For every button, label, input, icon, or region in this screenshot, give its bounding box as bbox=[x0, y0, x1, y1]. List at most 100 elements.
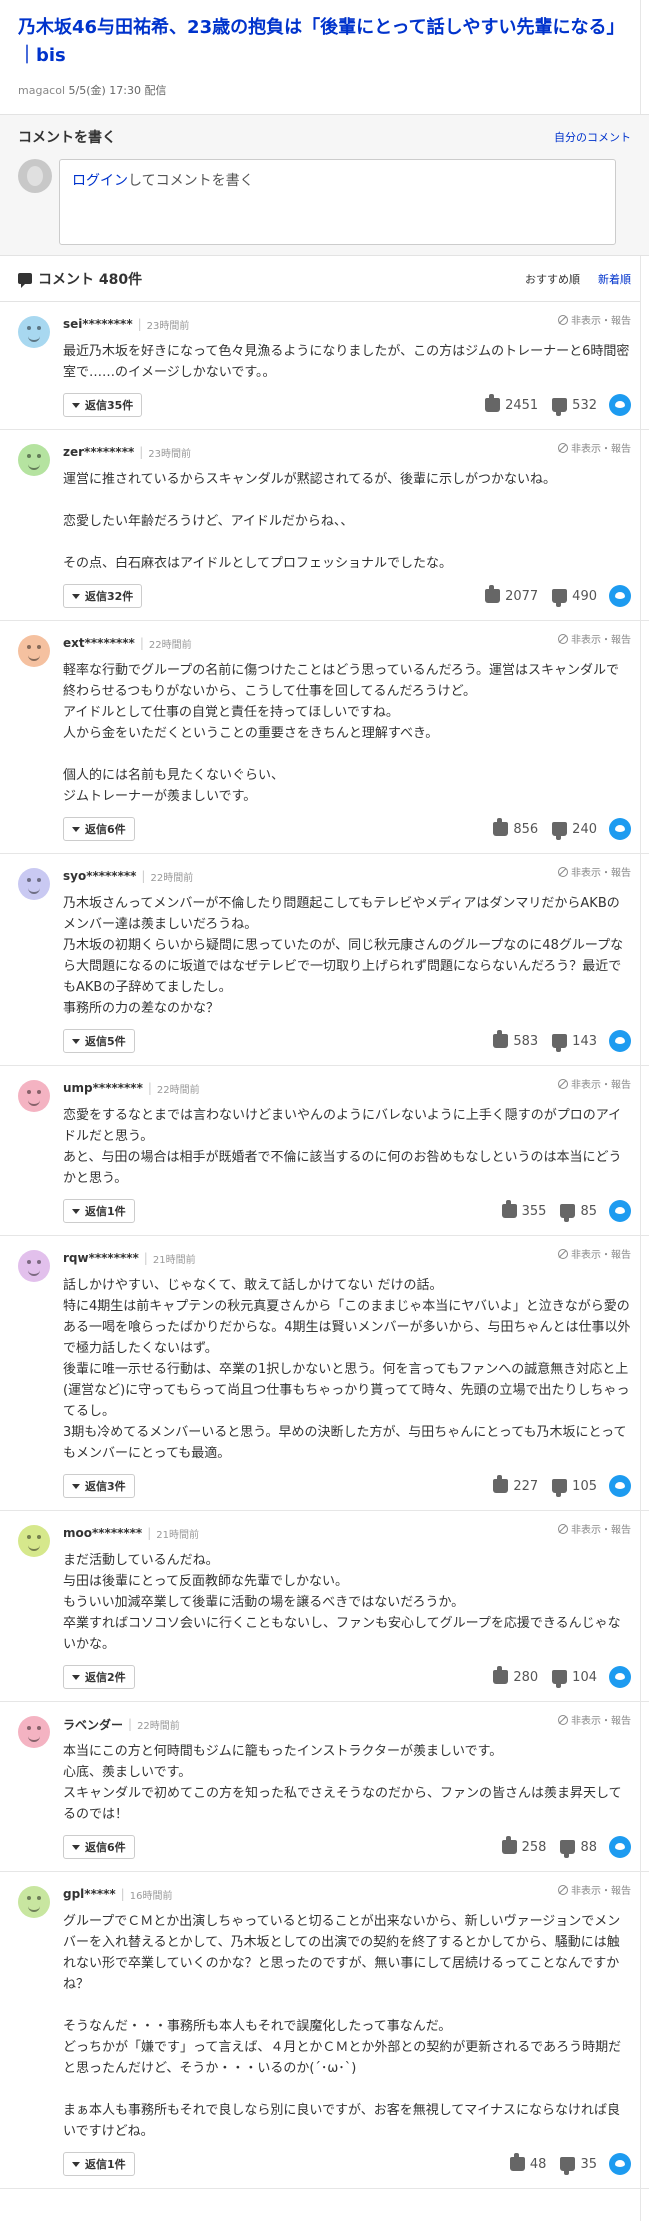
dislike-button[interactable]: 35 bbox=[560, 2156, 597, 2175]
hide-icon bbox=[558, 1714, 568, 1725]
replies-button[interactable]: 返信32件 bbox=[63, 584, 143, 608]
comment-count: コメント 480件 bbox=[18, 269, 142, 289]
hide-report-link[interactable]: 非表示・報告 bbox=[558, 631, 631, 646]
commenter-name[interactable]: moo******** bbox=[63, 1526, 142, 1540]
dislike-button[interactable]: 104 bbox=[552, 1670, 597, 1688]
replies-button[interactable]: 返信6件 bbox=[63, 817, 135, 841]
commenter-name[interactable]: ext******** bbox=[63, 636, 135, 650]
comment-header: ラベンダー | 22時間前 bbox=[63, 1714, 631, 1734]
comment-body: 本当にこの方と何時間もジムに籠もったインストラクターが羨ましいです。 心底、羨ま… bbox=[63, 1744, 622, 1822]
hide-icon bbox=[558, 1248, 568, 1259]
comment-time: 21時間前 bbox=[156, 1529, 199, 1541]
comment-header: zer******** | 23時間前 bbox=[63, 442, 631, 462]
comment-header: ump******** | 22時間前 bbox=[63, 1078, 631, 1098]
like-button[interactable]: 856 bbox=[493, 818, 538, 837]
like-button[interactable]: 227 bbox=[493, 1475, 538, 1494]
twitter-share-icon[interactable] bbox=[609, 1666, 631, 1688]
commenter-name[interactable]: ラベンダー bbox=[63, 1716, 123, 1733]
article-title[interactable]: 乃木坂46与田祐希、23歳の抱負は「後輩にとって話しやすい先輩になる」｜bis bbox=[18, 14, 631, 70]
replies-button[interactable]: 返信6件 bbox=[63, 1835, 135, 1859]
thumbs-up-icon bbox=[501, 1836, 517, 1854]
dislike-button[interactable]: 85 bbox=[560, 1204, 597, 1222]
comment-header: sei******** | 23時間前 bbox=[63, 314, 631, 334]
replies-count: 返信6件 bbox=[85, 1841, 126, 1854]
sort-recommended[interactable]: おすすめ順 bbox=[525, 271, 580, 287]
replies-count: 返信1件 bbox=[85, 1205, 126, 1218]
like-button[interactable]: 2077 bbox=[485, 585, 538, 604]
comment-time: 16時間前 bbox=[129, 1890, 173, 1902]
twitter-share-icon[interactable] bbox=[609, 818, 631, 840]
dislike-button[interactable]: 105 bbox=[552, 1479, 597, 1497]
like-button[interactable]: 280 bbox=[493, 1666, 538, 1685]
like-button[interactable]: 258 bbox=[501, 1836, 546, 1855]
replies-button[interactable]: 返信1件 bbox=[63, 2152, 135, 2176]
like-button[interactable]: 48 bbox=[509, 2153, 546, 2172]
article-source[interactable]: magacol bbox=[18, 84, 65, 97]
twitter-share-icon[interactable] bbox=[609, 1836, 631, 1858]
hide-report-link[interactable]: 非表示・報告 bbox=[558, 1882, 631, 1897]
replies-count: 返信3件 bbox=[85, 1480, 126, 1493]
comment-body: グループでＣＭとか出演しちゃっていると切ることが出来ないから、新しいヴァージョン… bbox=[63, 1914, 622, 2139]
login-link[interactable]: ログイン bbox=[72, 173, 128, 189]
thumbs-down-icon bbox=[560, 1204, 576, 1222]
separator: | bbox=[120, 1887, 125, 1901]
twitter-share-icon[interactable] bbox=[609, 1030, 631, 1052]
hide-report-link[interactable]: 非表示・報告 bbox=[558, 440, 631, 455]
like-button[interactable]: 2451 bbox=[485, 394, 538, 413]
separator: | bbox=[147, 1081, 152, 1095]
comment-body: 最近乃木坂を好きになって色々見漁るようになりましたが、この方はジムのトレーナーと… bbox=[63, 344, 630, 380]
dislike-button[interactable]: 88 bbox=[560, 1840, 597, 1858]
commenter-name[interactable]: rqw******** bbox=[63, 1251, 139, 1265]
like-count: 355 bbox=[521, 1203, 547, 1219]
vote-area: 258 88 bbox=[488, 1836, 631, 1858]
commenter-name[interactable]: zer******** bbox=[63, 445, 134, 459]
hide-report-link[interactable]: 非表示・報告 bbox=[558, 864, 631, 879]
hide-report-link[interactable]: 非表示・報告 bbox=[558, 312, 631, 327]
comment-footer: 返信3件 227 105 bbox=[63, 1474, 631, 1498]
replies-button[interactable]: 返信1件 bbox=[63, 1199, 135, 1223]
dislike-button[interactable]: 532 bbox=[552, 398, 597, 416]
comment-body: 運営に推されているからスキャンダルが黙認されてるが、後輩に示しがつかないね。 恋… bbox=[63, 472, 556, 571]
thumbs-up-icon bbox=[501, 1200, 517, 1218]
hide-report-link[interactable]: 非表示・報告 bbox=[558, 1246, 631, 1261]
my-comments-link[interactable]: 自分のコメント bbox=[554, 129, 631, 145]
commenter-name[interactable]: syo******** bbox=[63, 869, 136, 883]
sort-newest[interactable]: 新着順 bbox=[598, 271, 631, 287]
dislike-count: 35 bbox=[580, 2156, 597, 2172]
thumbs-down-icon bbox=[552, 1034, 568, 1052]
comment-time: 23時間前 bbox=[148, 448, 192, 460]
dislike-button[interactable]: 240 bbox=[552, 822, 597, 840]
thumbs-down-icon bbox=[552, 589, 568, 607]
comment-header: syo******** | 22時間前 bbox=[63, 866, 631, 886]
replies-button[interactable]: 返信2件 bbox=[63, 1665, 135, 1689]
dislike-button[interactable]: 490 bbox=[552, 589, 597, 607]
vote-area: 280 104 bbox=[479, 1666, 631, 1688]
commenter-avatar bbox=[18, 444, 50, 476]
hide-report-link[interactable]: 非表示・報告 bbox=[558, 1712, 631, 1727]
replies-button[interactable]: 返信35件 bbox=[63, 393, 143, 417]
commenter-name[interactable]: gpl***** bbox=[63, 1887, 116, 1901]
dislike-button[interactable]: 143 bbox=[552, 1034, 597, 1052]
comment-list: 非表示・報告 sei******** | 23時間前 最近乃木坂を好きになって色… bbox=[0, 302, 649, 2189]
replies-button[interactable]: 返信5件 bbox=[63, 1029, 135, 1053]
chevron-down-icon bbox=[72, 1844, 80, 1850]
comment-input[interactable]: ログインしてコメントを書く bbox=[59, 159, 616, 245]
replies-count: 返信6件 bbox=[85, 823, 126, 836]
twitter-share-icon[interactable] bbox=[609, 1200, 631, 1222]
twitter-share-icon[interactable] bbox=[609, 2153, 631, 2175]
hide-report-link[interactable]: 非表示・報告 bbox=[558, 1076, 631, 1091]
like-button[interactable]: 583 bbox=[493, 1030, 538, 1049]
commenter-name[interactable]: sei******** bbox=[63, 317, 133, 331]
twitter-share-icon[interactable] bbox=[609, 394, 631, 416]
commenter-avatar bbox=[18, 635, 50, 667]
hide-report-link[interactable]: 非表示・報告 bbox=[558, 1521, 631, 1536]
twitter-share-icon[interactable] bbox=[609, 585, 631, 607]
commenter-name[interactable]: ump******** bbox=[63, 1081, 143, 1095]
like-button[interactable]: 355 bbox=[501, 1200, 547, 1219]
twitter-share-icon[interactable] bbox=[609, 1475, 631, 1497]
replies-button[interactable]: 返信3件 bbox=[63, 1474, 135, 1498]
comment-time: 22時間前 bbox=[148, 639, 192, 651]
separator: | bbox=[128, 1717, 133, 1731]
thumbs-down-icon bbox=[552, 1479, 568, 1497]
commenter-avatar bbox=[18, 1080, 50, 1112]
